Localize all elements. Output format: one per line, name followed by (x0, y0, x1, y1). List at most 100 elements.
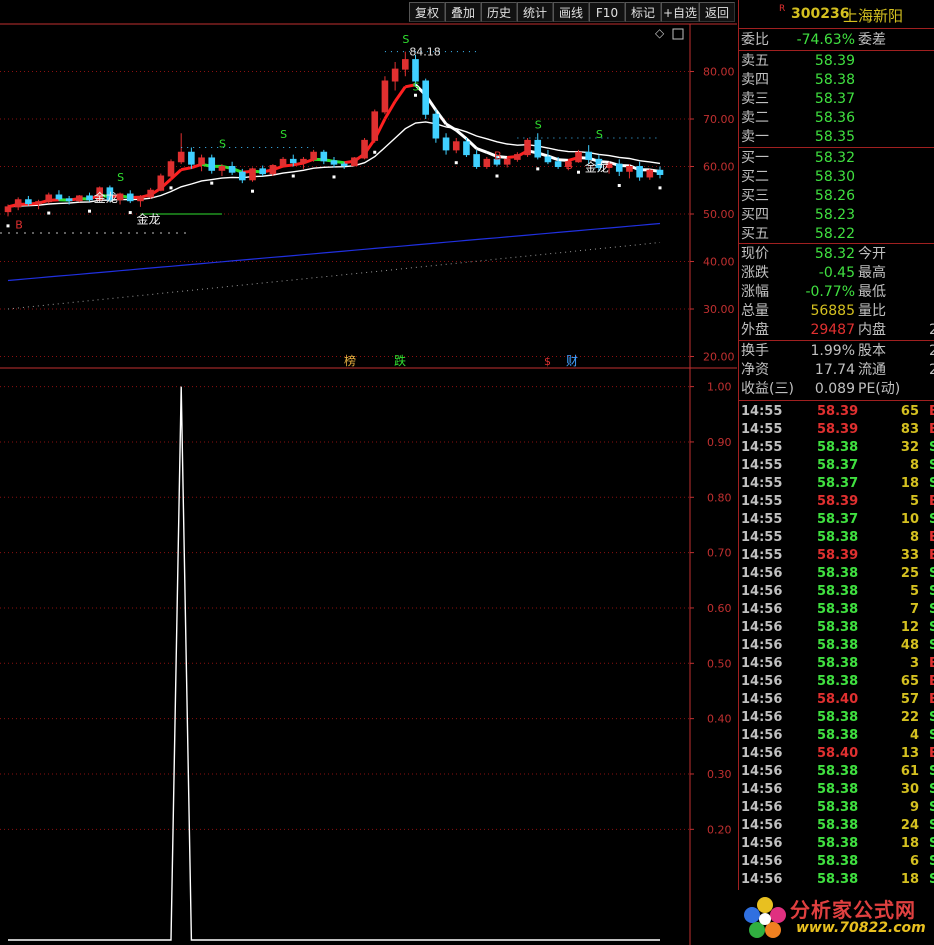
separator (739, 340, 934, 341)
tick-row[interactable]: 14:56 58.38 30 S (739, 781, 934, 799)
golden-dragon-label: 金龙 (585, 159, 609, 174)
stat-1-value: -0.45 (818, 265, 855, 281)
tick-row[interactable]: 14:55 58.38 8 B (739, 529, 934, 547)
candle-body (554, 161, 562, 167)
tick-row[interactable]: 14:56 58.38 48 S (739, 637, 934, 655)
ask-level-1-value: 58.35 (814, 129, 855, 145)
tick-row[interactable]: 14:56 58.38 18 S (739, 871, 934, 889)
tick-time: 14:56 (741, 782, 783, 797)
tick-volume: 83 (900, 422, 919, 437)
stat-4-value: 29487 (810, 322, 855, 338)
tick-price: 58.38 (817, 854, 859, 869)
tick-direction: S (929, 710, 934, 725)
kline-chart-area[interactable]: 80.00 70.00 60.00 50.00 40.00 30.00 20.00 1.00 0… (0, 0, 737, 945)
tick-row[interactable]: 14:55 58.37 10 S (739, 511, 934, 529)
tick-row[interactable]: 14:56 58.40 13 B (739, 745, 934, 763)
tick-row[interactable]: 14:56 58.38 65 B (739, 673, 934, 691)
tick-row[interactable]: 14:56 58.38 6 S (739, 853, 934, 871)
tick-row[interactable]: 14:56 58.38 61 S (739, 763, 934, 781)
bid-level-5-value: 58.22 (814, 226, 855, 242)
stat-3: 总量 56885 量比 (739, 302, 934, 320)
candle-body (483, 158, 491, 167)
tick-time: 14:55 (741, 458, 783, 473)
tick-price: 58.39 (817, 422, 859, 437)
candle-body (463, 141, 470, 156)
tick-time: 14:56 (741, 818, 783, 833)
signal-dot (88, 209, 91, 213)
candle-body (432, 113, 440, 139)
tick-row[interactable]: 14:56 58.38 12 S (739, 619, 934, 637)
candle-body (116, 193, 124, 201)
candle-body (473, 154, 480, 167)
weibi-row: 委比 -74.63% 委差 (739, 31, 934, 49)
bid-level-5-label: 买五 (741, 226, 769, 242)
tick-direction: S (929, 818, 934, 833)
tick-direction: S (929, 584, 934, 599)
candle-body (402, 59, 409, 70)
tick-row[interactable]: 14:55 58.38 32 S (739, 439, 934, 457)
bid-level-4-label: 买四 (741, 207, 769, 223)
fund-stat-2-value: 0.089 (814, 381, 855, 397)
stat-2: 涨幅 -0.77% 最低 (739, 283, 934, 301)
tick-row[interactable]: 14:55 58.39 65 B (739, 403, 934, 421)
fund-stat-2-label: 收益(三) (741, 381, 794, 397)
tick-row[interactable]: 14:56 58.38 4 S (739, 727, 934, 745)
tick-row[interactable]: 14:56 58.40 57 B (739, 691, 934, 709)
tick-direction: S (929, 872, 934, 887)
tick-time: 14:56 (741, 854, 783, 869)
tick-direction: S (929, 458, 934, 473)
y-tick-label: 60.00 (703, 161, 735, 174)
stat-0-label: 现价 (741, 246, 769, 262)
signal-dot (251, 189, 254, 193)
tick-row[interactable]: 14:55 58.37 18 S (739, 475, 934, 493)
candle-body (249, 168, 256, 181)
y-tick-label: 0.70 (707, 547, 732, 560)
finance-marker: 财 (566, 354, 578, 368)
ma-long-line (7, 222, 661, 282)
tick-time: 14:56 (741, 872, 783, 887)
stat-1-label2: 最高 (858, 265, 886, 281)
fund-stat-0-value: 1.99% (810, 343, 855, 359)
signal-dot (454, 161, 458, 165)
fund-stat-0: 换手 1.99% 股本 2 (739, 342, 934, 360)
tick-volume: 4 (909, 728, 919, 743)
tick-row[interactable]: 14:56 58.38 9 S (739, 799, 934, 817)
bid-level-4: 买四 58.23 (739, 206, 934, 224)
tick-volume: 33 (900, 548, 919, 563)
tick-price: 58.37 (817, 458, 859, 473)
ask-level-3: 卖三 58.37 (739, 90, 934, 108)
tick-direction: B (929, 692, 934, 707)
tick-row[interactable]: 14:55 58.39 5 B (739, 493, 934, 511)
tick-price: 58.38 (817, 656, 859, 671)
stat-2-label: 涨幅 (741, 284, 769, 300)
ask-level-5-value: 58.39 (814, 53, 855, 69)
signal-dot (617, 184, 621, 187)
tick-row[interactable]: 14:55 58.37 8 S (739, 457, 934, 475)
tick-row[interactable]: 14:56 58.38 7 S (739, 601, 934, 619)
tick-volume: 30 (900, 782, 919, 797)
ma-short-segment (190, 162, 203, 170)
tick-volume: 7 (909, 602, 919, 617)
tick-row[interactable]: 14:56 58.38 18 S (739, 835, 934, 853)
tick-row[interactable]: 14:55 58.39 33 B (739, 547, 934, 565)
tick-time: 14:56 (741, 656, 783, 671)
tick-row[interactable]: 14:56 58.38 25 S (739, 565, 934, 583)
tick-volume: 65 (900, 404, 919, 419)
candle-body (126, 193, 134, 202)
tick-volume: 18 (900, 476, 919, 491)
tick-volume: 65 (900, 674, 919, 689)
candle-body (4, 206, 12, 213)
tick-row[interactable]: 14:56 58.38 5 S (739, 583, 934, 601)
ma-short-segment (292, 161, 304, 167)
tick-direction: S (929, 764, 934, 779)
tick-row[interactable]: 14:55 58.39 83 B (739, 421, 934, 439)
tick-volume: 13 (900, 746, 919, 761)
diamond-icon: ◇ (655, 26, 665, 40)
tick-row[interactable]: 14:56 58.38 22 S (739, 709, 934, 727)
tick-row[interactable]: 14:56 58.38 3 B (739, 655, 934, 673)
bid-level-2-label: 买二 (741, 169, 769, 185)
tick-direction: S (929, 854, 934, 869)
tick-row[interactable]: 14:56 58.38 24 S (739, 817, 934, 835)
ask-level-3-value: 58.37 (814, 91, 855, 107)
candle-body (585, 151, 592, 160)
